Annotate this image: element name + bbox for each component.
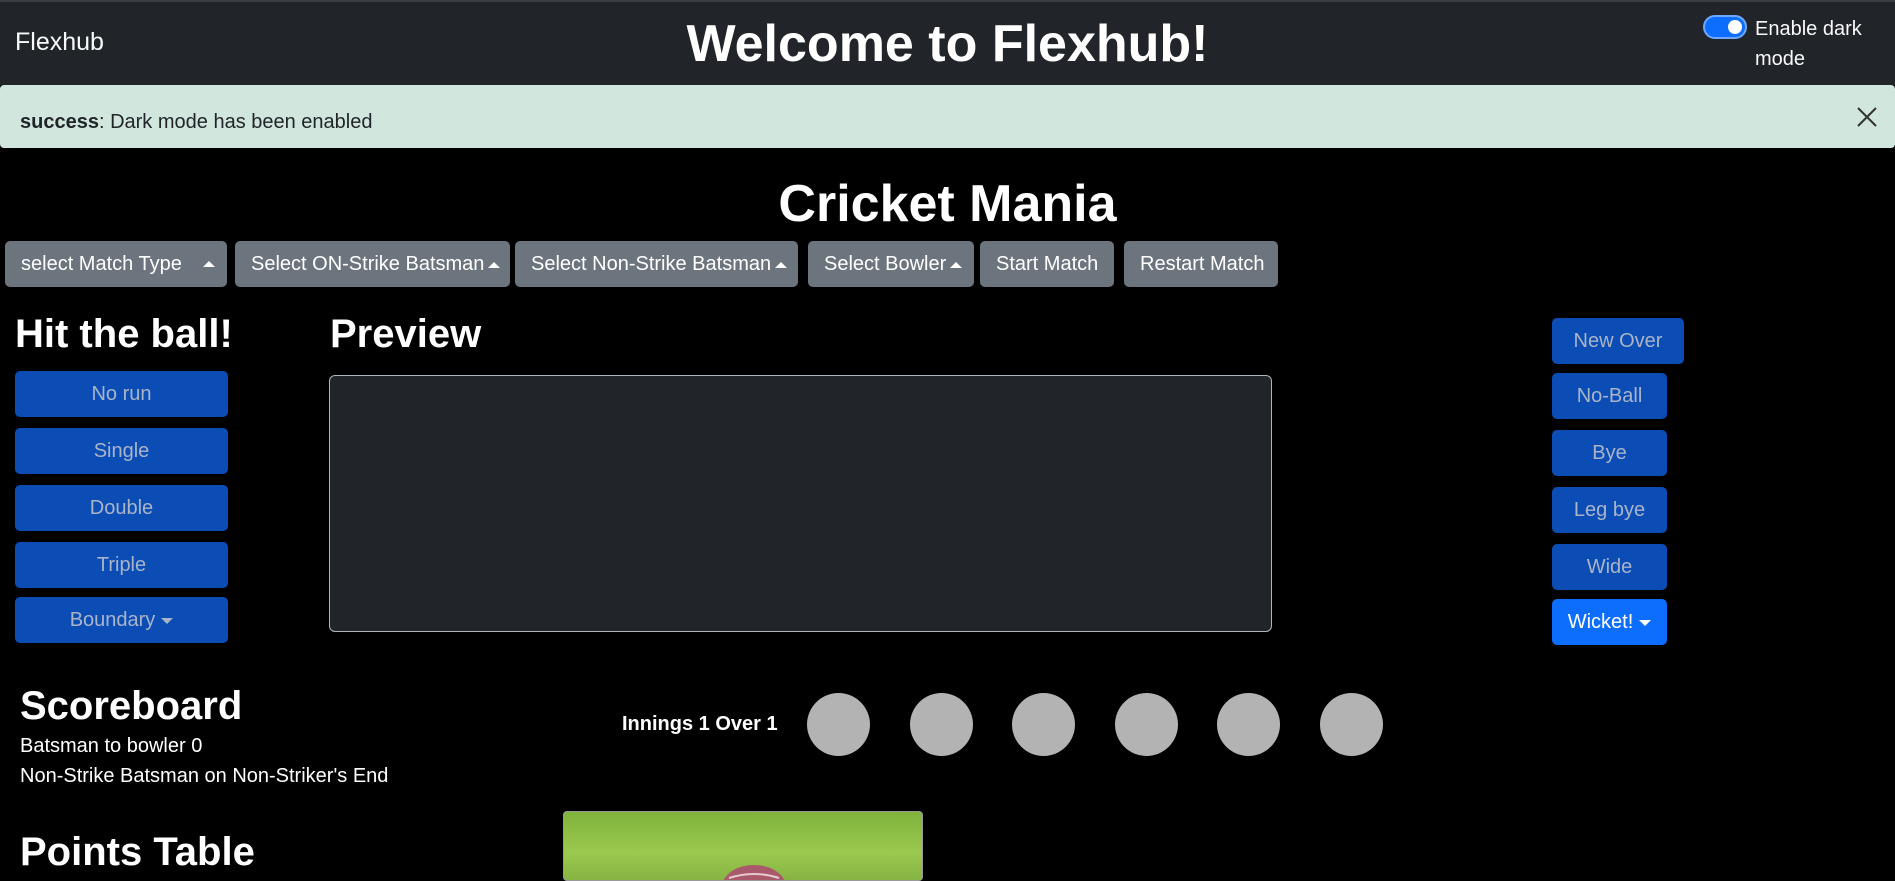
site-title: Welcome to Flexhub! bbox=[686, 15, 1209, 73]
cricket-ball-image bbox=[563, 811, 923, 881]
over-label: Innings 1 Over 1 bbox=[622, 713, 778, 735]
cricket-ball-graphic bbox=[723, 865, 785, 880]
close-icon[interactable] bbox=[1856, 106, 1878, 128]
wicket-label: Wicket! bbox=[1567, 611, 1634, 633]
triple-button[interactable]: Triple bbox=[15, 542, 228, 588]
bowler-dropdown[interactable]: Select Bowler bbox=[808, 241, 974, 287]
alert-text: success: Dark mode has been enabled bbox=[20, 111, 372, 134]
new-over-button[interactable]: New Over bbox=[1552, 318, 1684, 364]
dark-mode-label[interactable]: Enable dark mode bbox=[1755, 14, 1895, 74]
ball-slot bbox=[1217, 693, 1280, 756]
ball-slot bbox=[1012, 693, 1075, 756]
boundary-label: Boundary bbox=[69, 609, 156, 631]
toggle-knob bbox=[1728, 20, 1742, 34]
no-ball-button[interactable]: No-Ball bbox=[1552, 373, 1667, 419]
wicket-dropdown[interactable]: Wicket! bbox=[1552, 599, 1667, 645]
on-strike-batsman-dropdown[interactable]: Select ON-Strike Batsman bbox=[235, 241, 510, 287]
caret-up-icon bbox=[488, 261, 501, 268]
single-button[interactable]: Single bbox=[15, 428, 228, 474]
ball-slot bbox=[1320, 693, 1383, 756]
ball-slot bbox=[910, 693, 973, 756]
scoreboard-title: Scoreboard bbox=[20, 684, 243, 728]
points-table-title: Points Table bbox=[20, 830, 255, 874]
page-title: Cricket Mania bbox=[778, 175, 1117, 233]
hit-section-title: Hit the ball! bbox=[15, 312, 233, 356]
caret-up-icon bbox=[203, 261, 215, 267]
caret-down-icon bbox=[161, 617, 174, 624]
success-alert: success: Dark mode has been enabled bbox=[0, 85, 1895, 148]
leg-bye-button[interactable]: Leg bye bbox=[1552, 487, 1667, 533]
boundary-dropdown[interactable]: Boundary bbox=[15, 597, 228, 643]
non-strike-batsman-dropdown[interactable]: Select Non-Strike Batsman bbox=[515, 241, 798, 287]
match-type-dropdown[interactable]: select Match Type bbox=[5, 241, 227, 287]
ball-slot bbox=[1115, 693, 1178, 756]
batsman-to-bowler-text: Batsman to bowler 0 bbox=[20, 735, 203, 757]
ball-slot bbox=[807, 693, 870, 756]
bye-button[interactable]: Bye bbox=[1552, 430, 1667, 476]
alert-type: success bbox=[20, 111, 99, 133]
bowler-label: Select Bowler bbox=[824, 253, 947, 275]
caret-up-icon bbox=[775, 261, 788, 268]
start-match-button[interactable]: Start Match bbox=[980, 241, 1114, 287]
on-strike-label: Select ON-Strike Batsman bbox=[251, 253, 485, 275]
alert-message: : Dark mode has been enabled bbox=[98, 111, 373, 133]
caret-down-icon bbox=[1639, 619, 1652, 626]
non-strike-text: Non-Strike Batsman on Non-Striker's End bbox=[20, 765, 389, 787]
caret-up-icon bbox=[950, 261, 963, 268]
non-strike-label: Select Non-Strike Batsman bbox=[531, 253, 772, 275]
preview-textarea[interactable] bbox=[329, 375, 1272, 632]
double-button[interactable]: Double bbox=[15, 485, 228, 531]
no-run-button[interactable]: No run bbox=[15, 371, 228, 417]
match-type-label: select Match Type bbox=[21, 253, 182, 275]
restart-match-button[interactable]: Restart Match bbox=[1124, 241, 1278, 287]
dark-mode-toggle[interactable] bbox=[1703, 15, 1747, 39]
preview-title: Preview bbox=[330, 312, 482, 356]
wide-button[interactable]: Wide bbox=[1552, 544, 1667, 590]
